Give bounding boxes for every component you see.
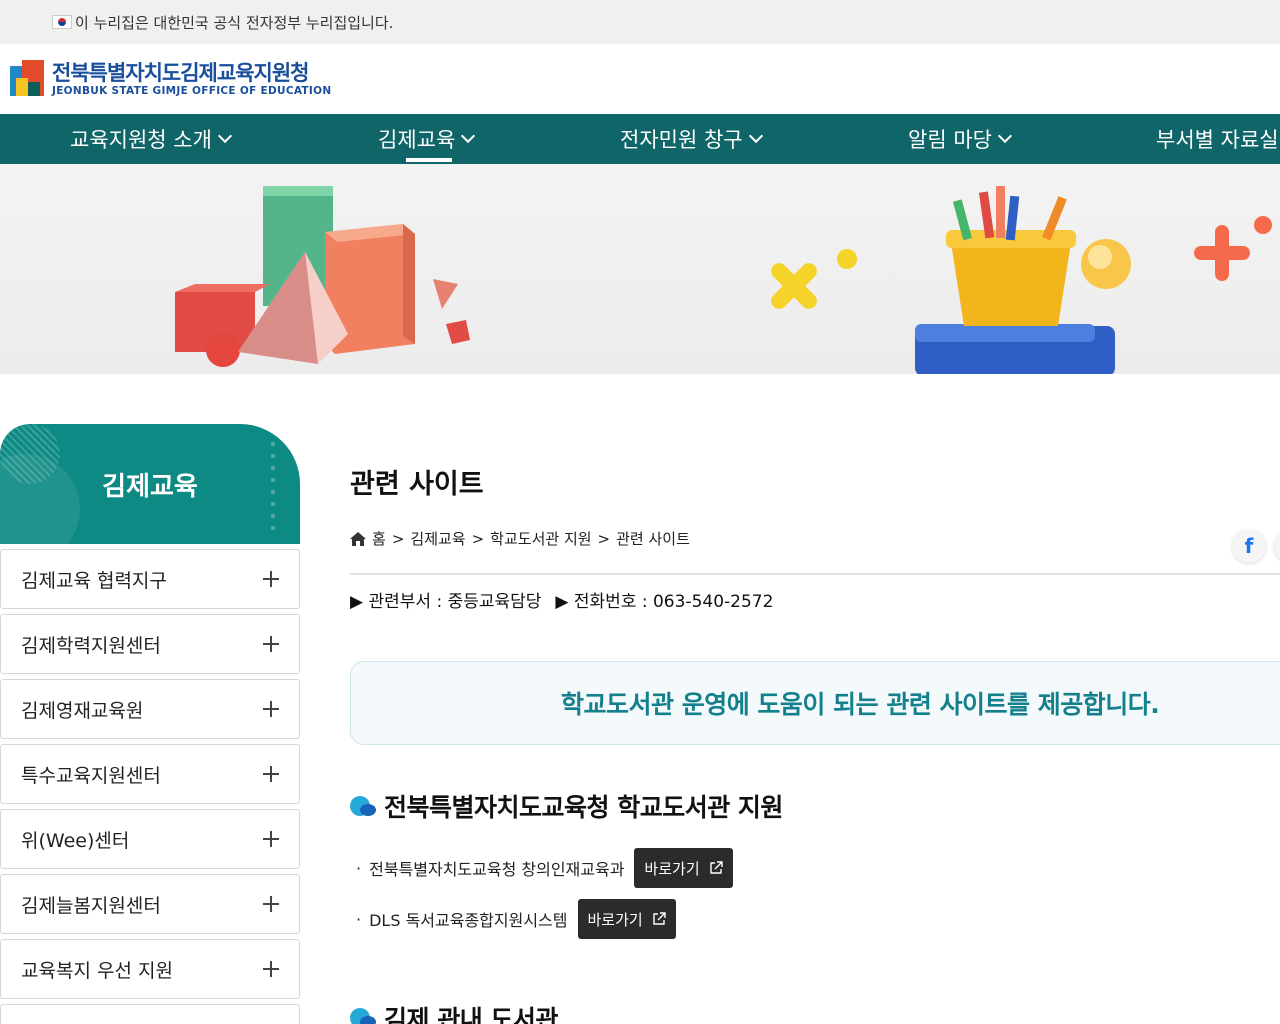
section-heading-gimje-libraries: 김제 관내 도서관 (350, 1000, 558, 1024)
plus-icon (263, 961, 279, 977)
banner-illustration (175, 186, 1272, 374)
content-divider (350, 573, 1280, 575)
breadcrumb-gimje-education[interactable]: 김제교육 (410, 528, 465, 549)
plus-icon (263, 701, 279, 717)
intro-notice-text: 학교도서관 운영에 도움이 되는 관련 사이트를 제공합니다. (561, 690, 1160, 719)
plus-icon (263, 571, 279, 587)
dept-info: ▶ 관련부서 : 중등교육담당 ▶ 전화번호 : 063-540-2572 (350, 587, 773, 612)
link-row-dls: · DLS 독서교육종합지원시스템 바로가기 (356, 899, 676, 939)
nav-item-intro[interactable]: 교육지원청 소개 (70, 114, 232, 164)
page-title: 관련 사이트 (350, 469, 484, 500)
breadcrumb-current: 관련 사이트 (616, 530, 690, 548)
breadcrumb-separator: > (471, 529, 485, 548)
sidebar-item-more[interactable] (0, 1004, 300, 1024)
facebook-share-button[interactable]: f (1232, 529, 1266, 563)
share-button[interactable] (1274, 529, 1280, 563)
korea-flag-icon (52, 15, 72, 29)
gov-notice-bar: 이 누리집은 대한민국 공식 전자정부 누리집입니다. (0, 0, 1280, 44)
intro-notice-box: 학교도서관 운영에 도움이 되는 관련 사이트를 제공합니다. (350, 661, 1280, 745)
section-bullet-icon (350, 1006, 378, 1024)
plus-icon (263, 831, 279, 847)
breadcrumb-home[interactable]: 홈 (372, 528, 386, 549)
hero-banner (0, 164, 1280, 374)
breadcrumb-library-support[interactable]: 학교도서관 지원 (490, 528, 591, 549)
chevron-down-icon (217, 128, 232, 144)
sidebar-item-wee-center[interactable]: 위(Wee)센터 (0, 809, 300, 869)
nav-item-e-civil[interactable]: 전자민원 창구 (620, 114, 763, 164)
goto-button-dls[interactable]: 바로가기 (577, 899, 676, 939)
plus-icon (263, 896, 279, 912)
sidebar-item-neulbom-center[interactable]: 김제늘봄지원센터 (0, 874, 300, 934)
link-label: DLS 독서교육종합지원시스템 (369, 911, 568, 930)
logo-korean-name: 전북특별자치도김제교육지원청 (52, 61, 309, 85)
sidebar-item-learning-center[interactable]: 김제학력지원센터 (0, 614, 300, 674)
plus-icon (263, 766, 279, 782)
gov-notice-text: 이 누리집은 대한민국 공식 전자정부 누리집입니다. (75, 13, 394, 32)
sidebar-item-special-education[interactable]: 특수교육지원센터 (0, 744, 300, 804)
sidebar-item-cooperative-district[interactable]: 김제교육 협력지구 (0, 549, 300, 609)
facebook-icon: f (1244, 534, 1254, 558)
main-nav: 교육지원청 소개 김제교육 전자민원 창구 알림 마당 부서별 자료실 (0, 114, 1280, 164)
dept-name: ▶ 관련부서 : 중등교육담당 (350, 592, 542, 612)
logo-english-name: JEONBUK STATE GIMJE OFFICE OF EDUCATION (52, 85, 332, 97)
section-heading-jeonbuk-library: 전북특별자치도교육청 학교도서관 지원 (350, 788, 783, 824)
link-label: 전북특별자치도교육청 창의인재교육과 (369, 860, 625, 879)
sidebar-header: 김제교육 (0, 424, 300, 544)
breadcrumb: 홈 > 김제교육 > 학교도서관 지원 > 관련 사이트 (350, 528, 690, 549)
sidebar-menu: 김제교육 협력지구 김제학력지원센터 김제영재교육원 특수교육지원센터 위(We… (0, 549, 300, 1024)
nav-item-gimje-education[interactable]: 김제교육 (378, 114, 476, 164)
section-bullet-icon (350, 794, 378, 818)
chevron-down-icon (748, 128, 763, 144)
home-icon[interactable] (350, 531, 366, 546)
sidebar-item-gifted-education[interactable]: 김제영재교육원 (0, 679, 300, 739)
chevron-down-icon (461, 128, 476, 144)
nav-item-notice[interactable]: 알림 마당 (908, 114, 1013, 164)
office-logo-icon (8, 58, 46, 100)
sidebar-title: 김제교육 (102, 471, 198, 502)
goto-button-creative-talent[interactable]: 바로가기 (634, 848, 733, 888)
site-logo[interactable]: 전북특별자치도김제교육지원청 JEONBUK STATE GIMJE OFFIC… (8, 58, 331, 100)
dept-phone: ▶ 전화번호 : 063-540-2572 (555, 592, 774, 612)
breadcrumb-separator: > (597, 529, 611, 548)
plus-icon (263, 636, 279, 652)
link-row-creative-talent: · 전북특별자치도교육청 창의인재교육과 바로가기 (356, 848, 733, 888)
chevron-down-icon (997, 128, 1013, 144)
sidebar-item-welfare-support[interactable]: 교육복지 우선 지원 (0, 939, 300, 999)
external-link-icon (709, 861, 723, 874)
nav-item-dept-archive[interactable]: 부서별 자료실 (1156, 114, 1279, 164)
external-link-icon (653, 912, 666, 925)
site-header: 전북특별자치도김제교육지원청 JEONBUK STATE GIMJE OFFIC… (0, 44, 1280, 114)
breadcrumb-separator: > (391, 529, 405, 548)
